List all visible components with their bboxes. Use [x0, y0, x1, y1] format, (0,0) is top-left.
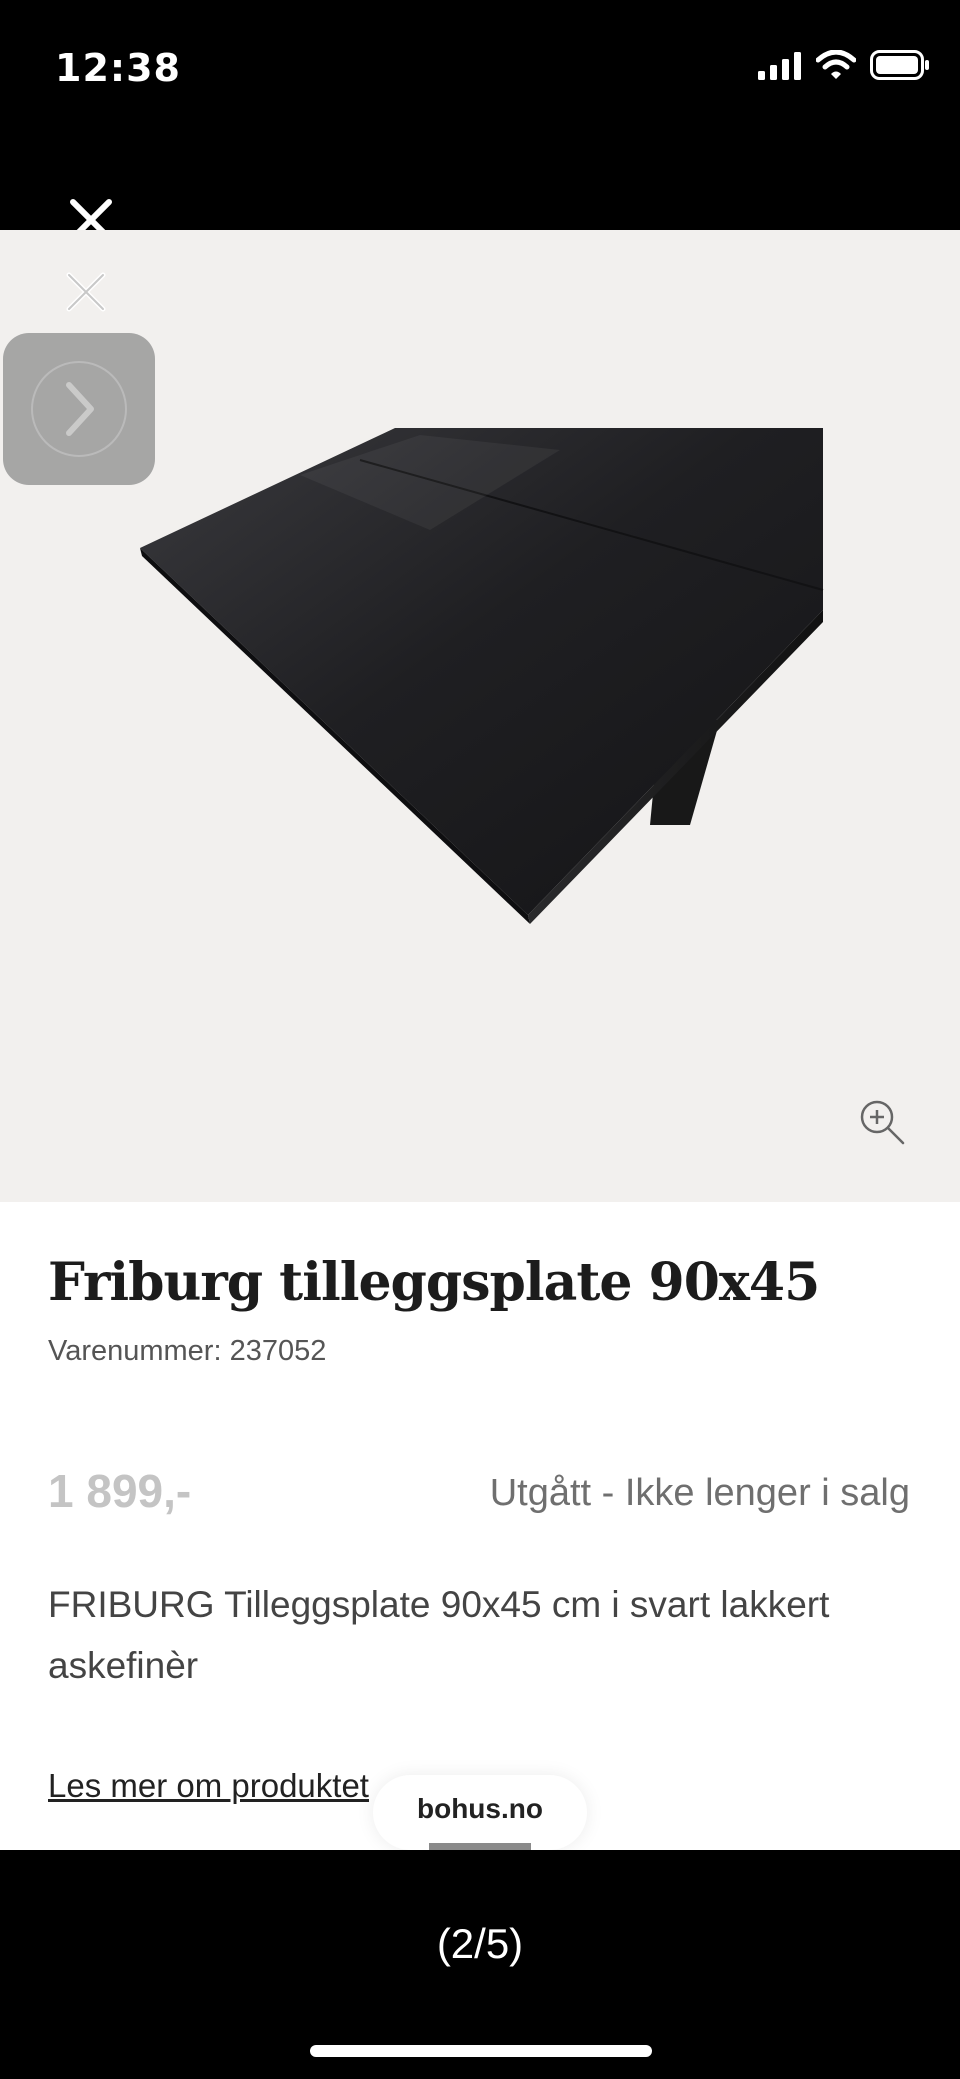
domain-indicator	[429, 1843, 531, 1850]
product-details: Friburg tilleggsplate 90x45 Varenummer: …	[0, 1202, 960, 1850]
bottom-bar: (2/5)	[0, 1850, 960, 2079]
cellular-signal-icon	[758, 52, 801, 80]
availability-status: Utgått - Ikke lenger i salg	[489, 1472, 910, 1514]
close-icon[interactable]	[64, 270, 108, 314]
status-bar: 12:38	[0, 0, 960, 241]
battery-icon	[870, 50, 929, 80]
status-icons	[758, 50, 930, 80]
page-counter: (2/5)	[436, 1920, 524, 1967]
status-time: 12:38	[55, 46, 181, 90]
wifi-icon	[816, 50, 856, 79]
product-image-viewer[interactable]	[0, 230, 960, 1202]
next-image-button[interactable]	[3, 333, 155, 485]
product-sku: Varenummer: 237052	[48, 1335, 327, 1367]
home-indicator[interactable]	[310, 2045, 652, 2057]
chevron-right-icon	[66, 382, 94, 436]
zoom-in-icon[interactable]	[858, 1098, 906, 1146]
product-price: 1 899,-	[48, 1465, 192, 1517]
read-more-link[interactable]: Les mer om produktet	[48, 1767, 369, 1805]
browser-domain-pill[interactable]: bohus.no	[373, 1775, 587, 1850]
browser-domain: bohus.no	[417, 1793, 543, 1824]
product-title: Friburg tilleggsplate 90x45	[48, 1252, 820, 1313]
product-description: FRIBURG Tilleggsplate 90x45 cm i svart l…	[48, 1584, 830, 1686]
